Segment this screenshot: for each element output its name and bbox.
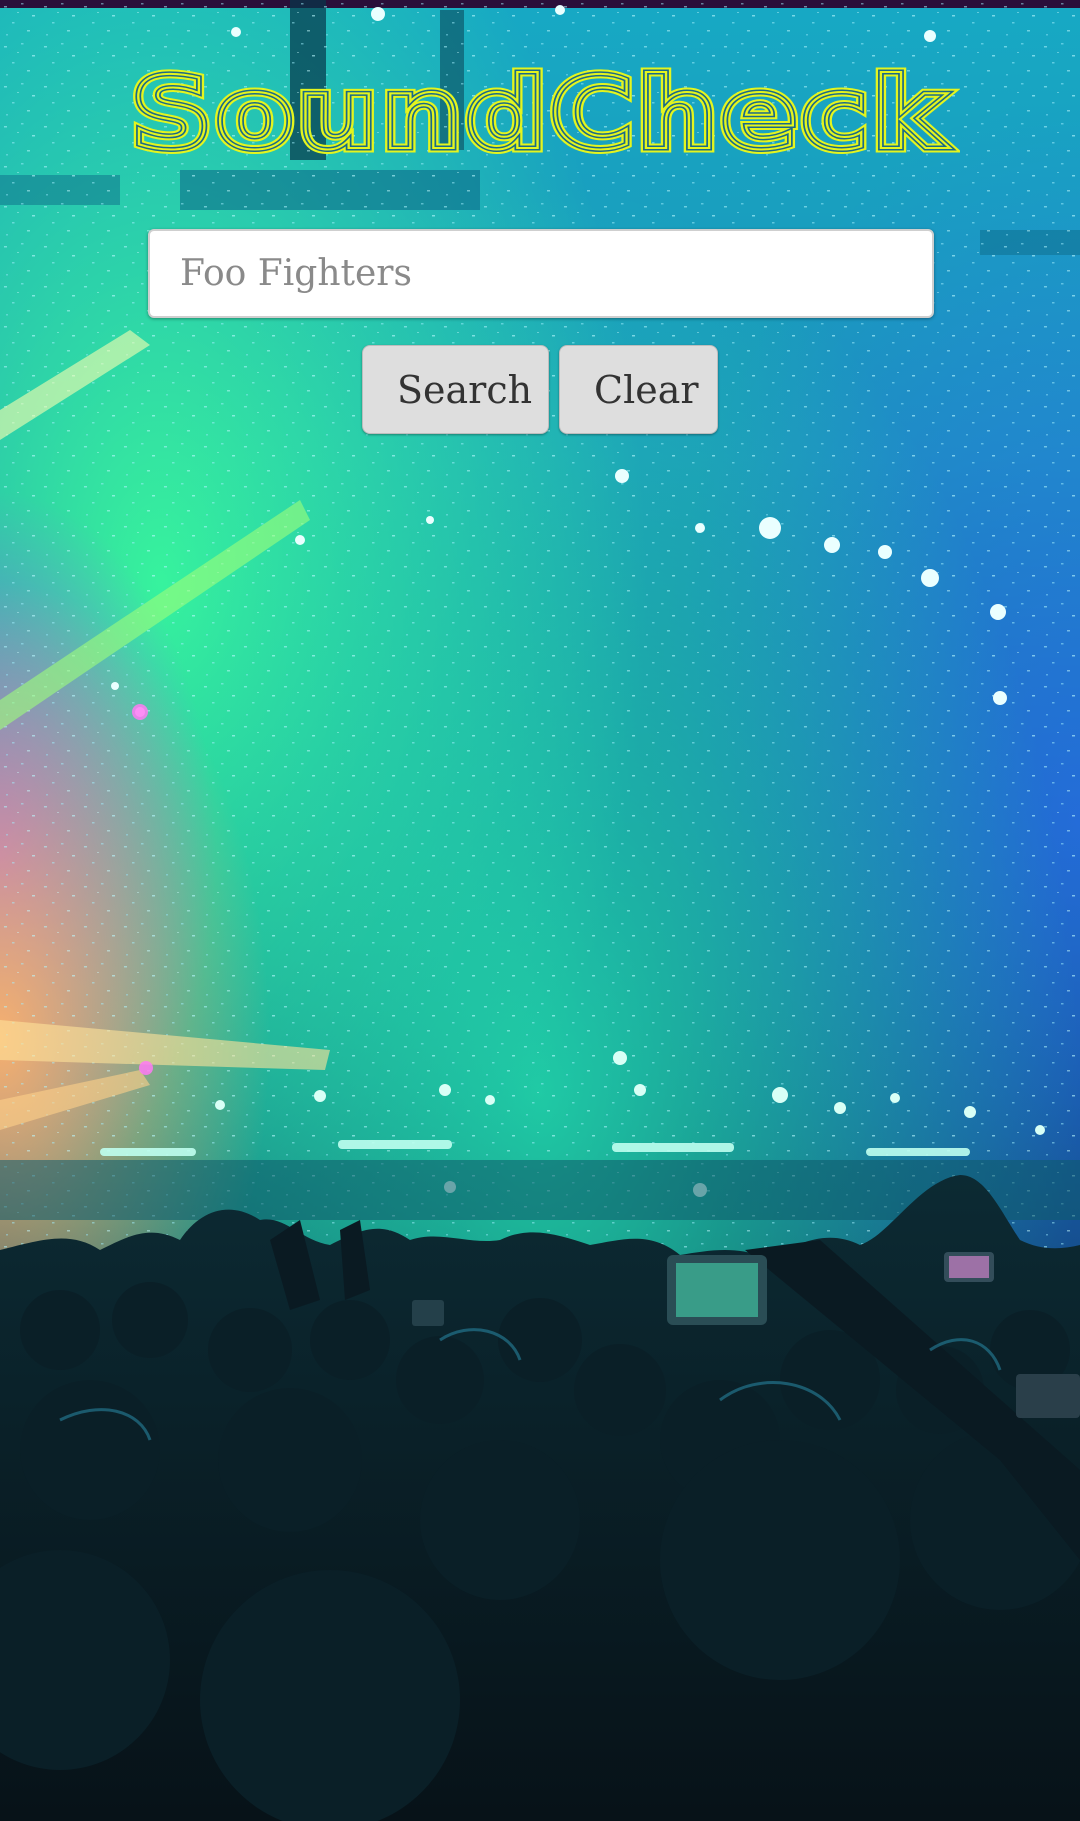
search-actions: Search Clear: [0, 345, 1080, 434]
clear-button[interactable]: Clear: [559, 345, 718, 434]
search-bar: [148, 229, 934, 318]
app-logo: SoundCheck SoundCheck SoundCheck: [0, 56, 1080, 166]
app-title: SoundCheck: [130, 56, 951, 166]
artist-search-input[interactable]: [148, 229, 934, 318]
search-button[interactable]: Search: [362, 345, 549, 434]
